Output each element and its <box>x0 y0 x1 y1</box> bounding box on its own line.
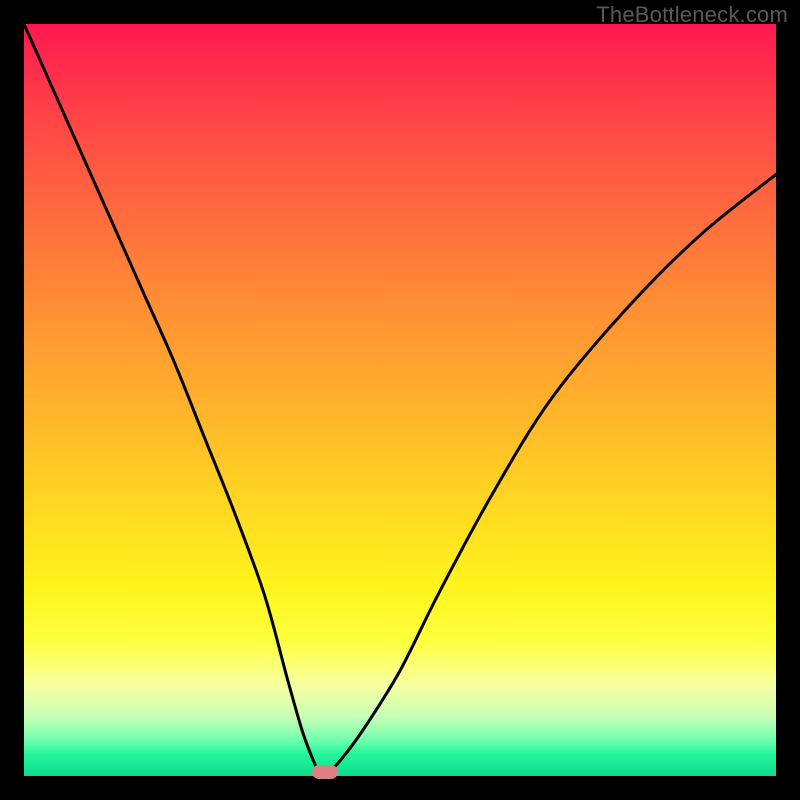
curve-svg <box>24 24 776 776</box>
watermark-text: TheBottleneck.com <box>596 2 788 28</box>
plot-area <box>24 24 776 776</box>
bottleneck-curve <box>24 24 776 776</box>
chart-frame: TheBottleneck.com <box>0 0 800 800</box>
minimum-marker <box>312 765 338 779</box>
